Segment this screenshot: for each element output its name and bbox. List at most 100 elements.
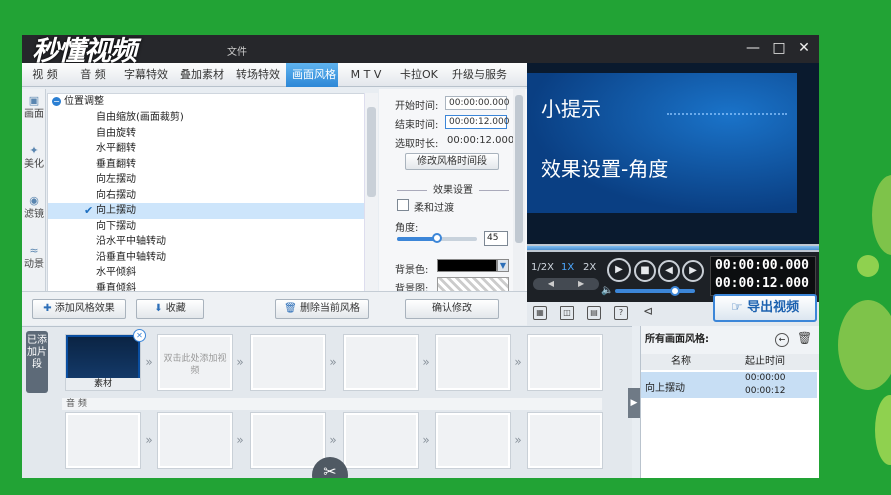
speed-half[interactable]: 1/2X <box>531 262 554 273</box>
collapse-panel-icon[interactable]: ▶ <box>628 388 640 418</box>
start-time-field[interactable]: 00:00:00.000 <box>445 96 509 110</box>
add-style-button[interactable]: ✚ 添加风格效果 <box>32 299 126 319</box>
tab-overlay[interactable]: 叠加素材 <box>174 63 230 87</box>
bg-decor-circle <box>875 395 891 465</box>
play-icon[interactable]: ▶ <box>607 258 631 282</box>
audio-slot[interactable] <box>435 412 511 469</box>
share-icon[interactable]: ⊲ <box>641 305 655 320</box>
clip-timeline: 已添加片段 素材 ✕ » 双击此处添加视频 » » » » 音 频 » » » … <box>22 326 632 478</box>
angle-input[interactable]: 45 <box>484 231 508 246</box>
prev-frame-icon[interactable]: ◀ <box>658 260 680 282</box>
soft-transition-checkbox[interactable] <box>397 199 409 211</box>
clip-thumbnail[interactable]: 素材 ✕ <box>65 329 146 391</box>
empty-clip-slot[interactable] <box>527 334 603 391</box>
settings-scrollbar[interactable] <box>513 89 525 325</box>
close-icon[interactable]: ✕ <box>795 39 813 57</box>
action-bar: ▦ ◫ ▤ ? ⊲ ☞ 导出视频 <box>527 294 819 326</box>
style-list-row[interactable]: 向上摆动 00:00:00 00:00:12 <box>641 372 817 398</box>
side-tab-beautify[interactable]: ✦ 美化 <box>24 145 44 171</box>
tree-item[interactable]: 向下摆动 <box>48 219 377 235</box>
tab-picture-style[interactable]: 画面风格 <box>286 63 338 87</box>
folder-icon[interactable]: ◫ <box>560 306 574 320</box>
tree-item[interactable]: 水平倾斜 <box>48 265 377 281</box>
next-frame-icon[interactable]: ▶ <box>682 260 704 282</box>
empty-clip-slot[interactable] <box>343 334 419 391</box>
speed-shuttle[interactable]: ◀ ▶ <box>533 278 599 290</box>
collapse-icon[interactable]: − <box>52 97 61 106</box>
tab-video[interactable]: 视 频 <box>22 63 68 87</box>
end-time-field[interactable]: 00:00:12.000 <box>445 115 509 129</box>
tree-item-selected[interactable]: ✔ 向上摆动 <box>48 203 377 219</box>
angle-slider-knob[interactable] <box>432 233 442 243</box>
audio-slot[interactable] <box>157 412 233 469</box>
tree-item[interactable]: 沿水平中轴转动 <box>48 234 377 250</box>
tree-root-label: 位置调整 <box>64 96 104 107</box>
row-end: 00:00:12 <box>745 386 786 396</box>
total-time: 00:00:12.000 <box>715 276 809 291</box>
volume-icon[interactable]: 🔈 <box>601 285 613 296</box>
modify-time-button[interactable]: 修改风格时间段 <box>405 153 499 170</box>
soft-transition-label: 柔和过渡 <box>414 203 454 214</box>
stop-icon[interactable]: ■ <box>634 260 656 282</box>
bg-color-swatch[interactable] <box>437 259 497 272</box>
side-tab-label: 画面 <box>24 109 44 120</box>
start-time-label: 开始时间: <box>395 101 439 112</box>
tree-item[interactable]: 垂直翻转 <box>48 157 377 173</box>
chevron-down-icon[interactable]: ▼ <box>497 259 509 272</box>
export-video-button[interactable]: ☞ 导出视频 <box>713 294 817 322</box>
playback-progress[interactable] <box>527 244 819 252</box>
audio-slot[interactable] <box>65 412 141 469</box>
speed-2x[interactable]: 2X <box>583 262 596 273</box>
tree-item[interactable]: 向右摆动 <box>48 188 377 204</box>
scroll-thumb[interactable] <box>367 107 376 197</box>
side-tab-frame[interactable]: ▣ 画面 <box>24 95 44 121</box>
title-bar: 秒懂视频 文件 — □ ✕ <box>22 35 819 67</box>
tree-item[interactable]: 自由旋转 <box>48 126 377 142</box>
tree-item[interactable]: 自由缩放(画面裁剪) <box>48 110 377 126</box>
minimize-icon[interactable]: — <box>744 39 762 57</box>
check-icon: ✔ <box>84 204 94 217</box>
main-tab-bar: 视 频 音 频 字幕特效 叠加素材 转场特效 画面风格 M T V 卡拉OK 升… <box>22 63 527 87</box>
current-time: 00:00:00.000 <box>715 258 809 273</box>
snapshot-icon[interactable]: ▦ <box>533 306 547 320</box>
tab-karaoke[interactable]: 卡拉OK <box>394 63 446 87</box>
favorite-button[interactable]: ⬇ 收藏 <box>136 299 204 319</box>
speed-1x[interactable]: 1X <box>561 262 574 273</box>
help-icon[interactable]: ? <box>614 306 628 320</box>
row-name: 向上摆动 <box>645 383 685 394</box>
delete-style-button[interactable]: 🗑 删除当前风格 <box>275 299 369 319</box>
scroll-thumb[interactable] <box>515 95 523 243</box>
volume-knob[interactable] <box>670 286 680 296</box>
settings-panel: 开始时间: 00:00:00.000 结束时间: 00:00:12.000 选取… <box>379 89 527 325</box>
tab-mtv[interactable]: M T V <box>338 63 394 87</box>
tab-audio[interactable]: 音 频 <box>68 63 118 87</box>
save-icon[interactable]: ▤ <box>587 306 601 320</box>
added-clips-tab[interactable]: 已添加片段 <box>26 331 48 393</box>
volume-slider[interactable] <box>615 286 695 296</box>
tree-root[interactable]: − 位置调整 <box>48 94 377 110</box>
back-icon[interactable]: ← <box>775 333 789 347</box>
remove-clip-icon[interactable]: ✕ <box>133 329 146 342</box>
tab-transition[interactable]: 转场特效 <box>230 63 286 87</box>
tree-item[interactable]: 沿垂直中轴转动 <box>48 250 377 266</box>
trash-icon[interactable]: 🗑 <box>797 331 812 345</box>
angle-label: 角度: <box>395 223 419 234</box>
tree-item[interactable]: 向左摆动 <box>48 172 377 188</box>
audio-slot[interactable] <box>527 412 603 469</box>
tab-upgrade[interactable]: 升级与服务 <box>446 63 522 87</box>
empty-clip-slot[interactable] <box>250 334 326 391</box>
tree-item[interactable]: 水平翻转 <box>48 141 377 157</box>
bg-image-picker[interactable] <box>437 277 509 292</box>
maximize-icon[interactable]: □ <box>770 39 788 57</box>
audio-slot[interactable] <box>250 412 326 469</box>
empty-clip-slot[interactable]: 双击此处添加视频 <box>157 334 233 391</box>
audio-slot[interactable] <box>343 412 419 469</box>
file-menu[interactable]: 文件 <box>227 43 247 58</box>
side-tab-filter[interactable]: ◉ 滤镜 <box>24 195 44 221</box>
preview-glow <box>667 113 787 153</box>
tab-subtitles[interactable]: 字幕特效 <box>118 63 174 87</box>
empty-clip-slot[interactable] <box>435 334 511 391</box>
angle-slider[interactable] <box>397 233 477 243</box>
side-tab-motion[interactable]: ≈ 动景 <box>24 245 44 271</box>
confirm-button[interactable]: 确认修改 <box>405 299 499 319</box>
